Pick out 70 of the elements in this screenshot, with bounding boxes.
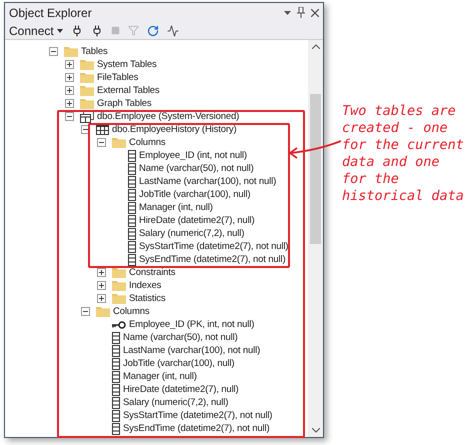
folder-icon	[80, 98, 94, 109]
tree-item[interactable]: System Tables	[97, 59, 157, 70]
collapse-icon[interactable]	[80, 125, 90, 134]
activity-icon[interactable]	[166, 24, 179, 36]
window-title: Object Explorer	[9, 4, 92, 22]
dropdown-caret-icon[interactable]	[284, 10, 291, 14]
tree-item[interactable]: Statistics	[129, 293, 166, 304]
tree-item[interactable]: SysEndTime (datetime2(7), not null)	[139, 254, 286, 265]
close-icon[interactable]	[311, 8, 319, 16]
tree-item[interactable]: FileTables	[97, 72, 138, 83]
collapse-icon[interactable]	[64, 112, 74, 121]
folder-icon	[112, 137, 126, 148]
folder-icon	[96, 306, 110, 317]
expand-icon[interactable]	[96, 294, 106, 303]
tree-item[interactable]: JobTitle (varchar(100), null)	[123, 358, 234, 369]
key-icon	[112, 320, 126, 328]
tree-item[interactable]: SysStartTime (datetime2(7), not null)	[139, 241, 288, 252]
tree-item[interactable]: Manager (int, null)	[139, 202, 213, 213]
pin-icon[interactable]	[297, 7, 305, 18]
expand-icon[interactable]	[64, 60, 74, 69]
scroll-down-icon[interactable]	[312, 428, 320, 433]
tree-item[interactable]: Manager (int, null)	[123, 371, 197, 382]
folder-icon	[64, 46, 78, 57]
tree-item[interactable]: Name (varchar(50), not null)	[139, 163, 254, 174]
scroll-up-icon[interactable]	[312, 44, 320, 49]
tree-item[interactable]: LastName (varchar(100), not null)	[139, 176, 276, 187]
expand-icon[interactable]	[96, 268, 106, 277]
folder-icon	[80, 72, 94, 83]
arrow	[288, 140, 342, 160]
folder-icon	[112, 293, 126, 304]
annotation-note: Two tables are created - one for the current data and one for the historical data	[342, 103, 465, 205]
tree-item[interactable]: SysStartTime (datetime2(7), not null)	[123, 410, 272, 421]
collapse-icon[interactable]	[96, 138, 106, 147]
tree-item[interactable]: HireDate (datetime2(7), null)	[123, 384, 238, 395]
tree-item[interactable]: Graph Tables	[97, 98, 152, 109]
expand-icon[interactable]	[64, 86, 74, 95]
tree-item[interactable]: LastName (varchar(100), not null)	[123, 345, 260, 356]
expand-icon[interactable]	[64, 99, 74, 108]
tree-item[interactable]: dbo.Employee (System-Versioned)	[97, 111, 240, 122]
collapse-icon[interactable]	[80, 307, 90, 316]
tree-item[interactable]: Employee_ID (int, not null)	[139, 150, 247, 161]
scrollbar[interactable]	[308, 40, 323, 437]
tree-item[interactable]: dbo.EmployeeHistory (History)	[112, 124, 236, 135]
collapse-icon[interactable]	[48, 47, 58, 56]
tree-item[interactable]: Salary (numeric(7,2), null)	[123, 397, 228, 408]
versioned-table-icon	[80, 110, 94, 122]
folder-icon	[80, 59, 94, 70]
tree-item[interactable]: Indexes	[129, 280, 162, 291]
folder-icon	[112, 267, 126, 278]
tree-item[interactable]: Columns	[129, 137, 166, 148]
expand-icon[interactable]	[96, 281, 106, 290]
folder-icon	[112, 280, 126, 291]
tree-item[interactable]: Constraints	[129, 267, 176, 278]
connect-button[interactable]: Connect	[9, 22, 63, 40]
tree-item[interactable]: Salary (numeric(7,2), null)	[139, 228, 244, 239]
scrollbar-thumb[interactable]	[310, 94, 321, 244]
dropdown-caret-icon	[56, 28, 63, 32]
tree-item[interactable]: SysEndTime (datetime2(7), not null)	[123, 423, 270, 434]
refresh-icon[interactable]	[146, 24, 159, 36]
tree-item[interactable]: External Tables	[97, 85, 160, 96]
tree-item[interactable]: Employee_ID (PK, int, not null)	[129, 319, 254, 330]
plug-icon[interactable]	[70, 24, 83, 36]
tree-item[interactable]: HireDate (datetime2(7), null)	[139, 215, 254, 226]
expand-icon[interactable]	[64, 73, 74, 82]
tree-item[interactable]: Columns	[113, 306, 150, 317]
table-icon	[96, 124, 109, 135]
tree-item[interactable]: Tables	[81, 46, 108, 57]
folder-icon	[80, 85, 94, 96]
tree-item[interactable]: JobTitle (varchar(100), null)	[139, 189, 250, 200]
tree-item[interactable]: Name (varchar(50), not null)	[123, 332, 238, 343]
